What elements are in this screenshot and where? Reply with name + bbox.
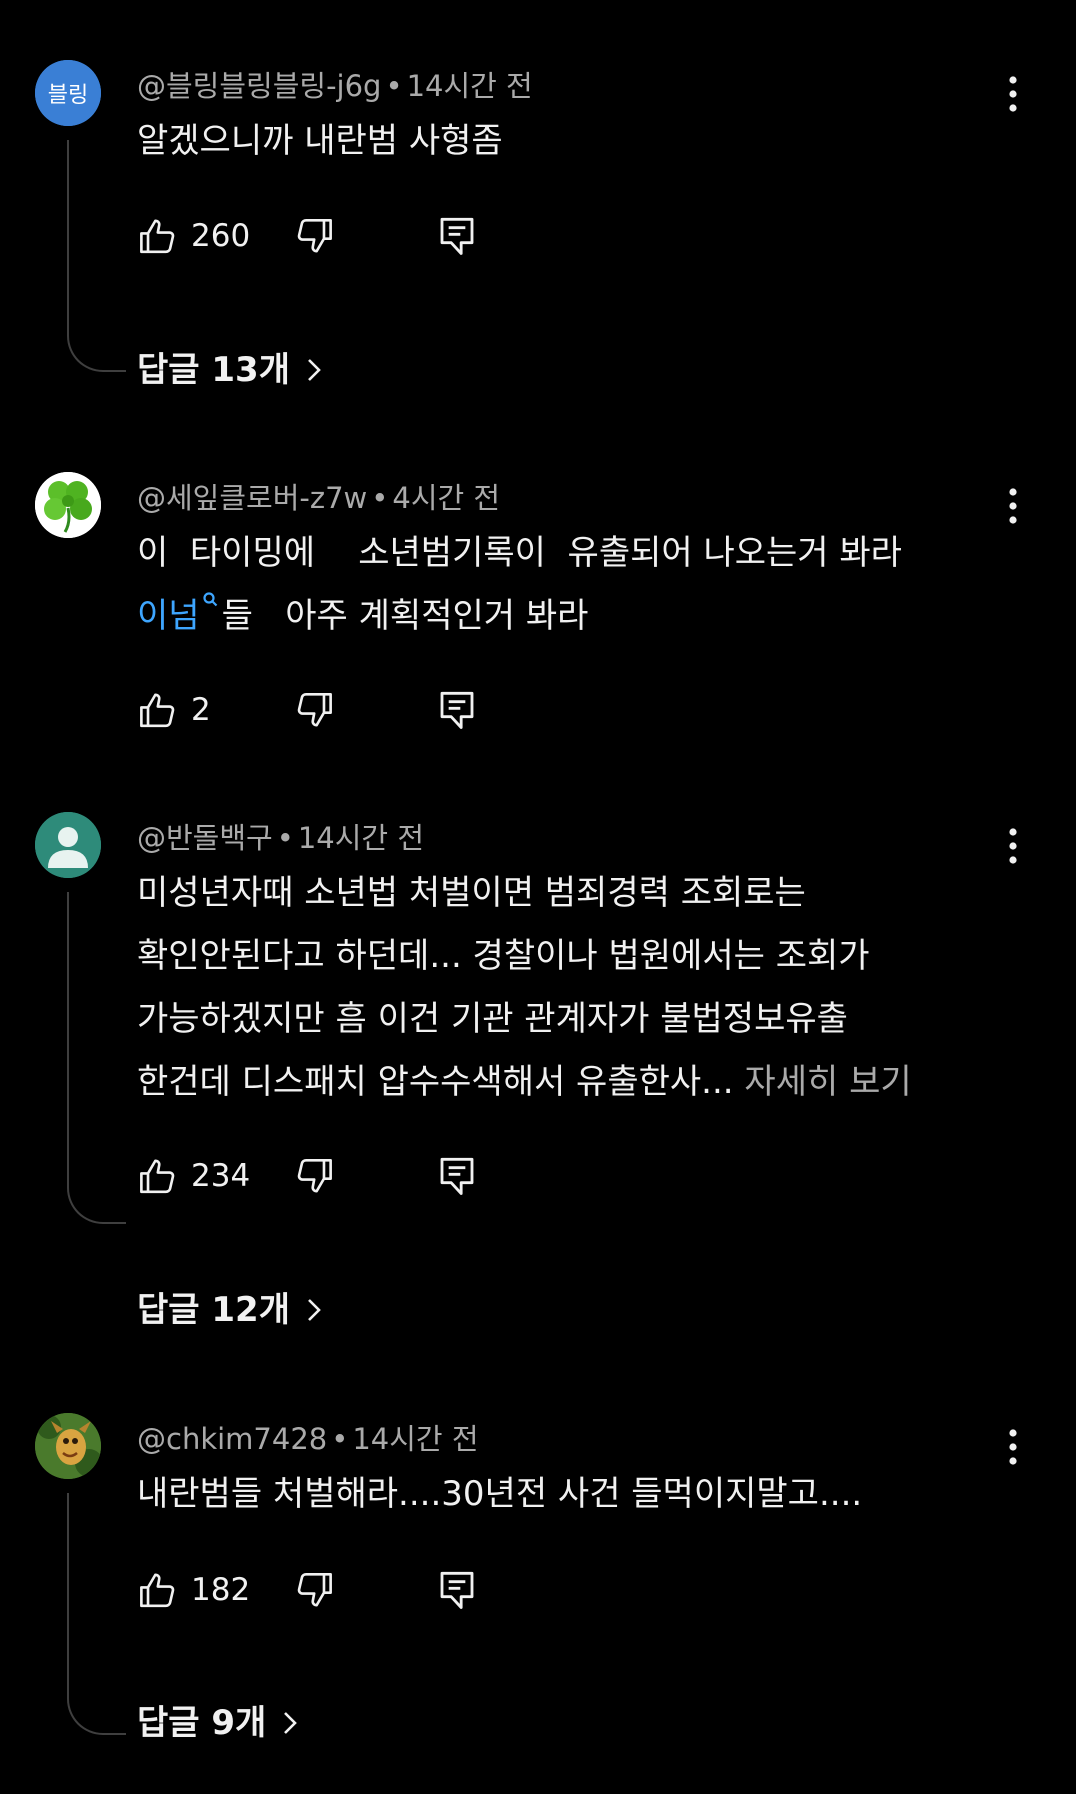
clover-icon: [35, 472, 101, 538]
thumbs-up-icon: [140, 219, 175, 254]
more-vert-icon: [1009, 488, 1017, 524]
comment-meta: @블링블링블링-j6g • 14시간 전: [137, 68, 533, 104]
search-link[interactable]: 이넘: [137, 596, 200, 636]
chevron-right-icon: [308, 359, 321, 381]
separator-dot: •: [276, 821, 294, 855]
dislike-button[interactable]: [293, 686, 335, 734]
thumbs-down-icon: [297, 218, 332, 253]
cartoon-character-icon: [35, 1413, 101, 1479]
reply-comment-icon: [440, 1571, 474, 1609]
comment-text: 미성년자때 소년법 처벌이면 범죄경력 조회로는 확인안된다고 하던데... 경…: [137, 862, 997, 1114]
like-count: 182: [191, 1572, 251, 1608]
comment-line: 이넘 들 아주 계획적인거 봐라: [137, 585, 997, 648]
like-button[interactable]: 260: [137, 212, 250, 260]
timestamp: 14시간 전: [297, 821, 425, 855]
comment-actions: 182: [137, 1566, 477, 1614]
comment-actions: 234: [137, 1152, 477, 1200]
thread-line: [67, 140, 126, 372]
replies-count-label: 답글 9개: [137, 1703, 267, 1743]
comment-item: @세잎클로버-z7w • 4시간 전 이 타이밍에 소년범기록이 유출되어 나오는거…: [0, 472, 1076, 752]
separator-dot: •: [385, 69, 403, 103]
like-count: 260: [191, 218, 251, 254]
reply-comment-icon: [440, 217, 474, 255]
chevron-right-icon: [284, 1712, 298, 1734]
like-button[interactable]: 2: [137, 686, 211, 734]
default-person-icon: [35, 812, 101, 878]
thumbs-down-icon: [297, 692, 332, 727]
reply-button[interactable]: [437, 1152, 477, 1200]
avatar[interactable]: [35, 812, 101, 878]
comment-line: 알겠으니까 내란범 사형좀: [137, 121, 503, 161]
separator-dot: •: [371, 481, 389, 515]
dislike-button[interactable]: [293, 212, 335, 260]
comment-item: @chkim7428 • 14시간 전 내란범들 처벌해라....30년전 사건 들…: [0, 1413, 1076, 1743]
timestamp: 14시간 전: [406, 69, 533, 103]
thread-line: [67, 892, 126, 1224]
avatar[interactable]: [35, 472, 101, 538]
thumbs-down-icon: [297, 1158, 332, 1193]
view-replies-button[interactable]: 답글 13개: [137, 348, 322, 392]
search-icon[interactable]: [202, 591, 220, 609]
avatar[interactable]: 블링: [35, 60, 101, 126]
username[interactable]: @반돌백구: [137, 821, 273, 855]
read-more-link[interactable]: 자세히 보기: [744, 1062, 911, 1102]
comment-text: 이 타이밍에 소년범기록이 유출되어 나오는거 봐라 이넘 들 아주 계획적인거 …: [137, 522, 997, 648]
comment-item: 블링 @블링블링블링-j6g • 14시간 전 알겠으니까 내란범 사형좀 260: [0, 60, 1076, 400]
dislike-button[interactable]: [293, 1566, 335, 1614]
replies-count-label: 답글 12개: [137, 1290, 290, 1330]
comment-meta: @chkim7428 • 14시간 전: [137, 1421, 479, 1457]
comment-meta: @반돌백구 • 14시간 전: [137, 820, 424, 856]
more-vert-icon: [1009, 828, 1017, 864]
more-options-button[interactable]: [996, 484, 1030, 528]
thumbs-up-icon: [140, 1573, 175, 1608]
dislike-button[interactable]: [293, 1152, 335, 1200]
svg-text:블링: 블링: [48, 83, 88, 108]
comment-line-text: 한건데 디스패치 압수수색해서 유출한사...: [137, 1062, 734, 1102]
thumbs-down-icon: [297, 1572, 332, 1607]
comment-line-rest: 들 아주 계획적인거 봐라: [221, 596, 589, 636]
replies-count-label: 답글 13개: [137, 350, 290, 390]
comment-actions: 2: [137, 686, 477, 734]
view-replies-button[interactable]: 답글 9개: [137, 1701, 298, 1745]
comment-line: 이 타이밍에 소년범기록이 유출되어 나오는거 봐라: [137, 533, 902, 573]
comment-item: @반돌백구 • 14시간 전 미성년자때 소년법 처벌이면 범죄경력 조회로는 확인…: [0, 812, 1076, 1332]
like-count: 234: [191, 1158, 251, 1194]
like-count: 2: [191, 692, 211, 728]
comment-text: 알겠으니까 내란범 사형좀: [137, 110, 997, 173]
reply-button[interactable]: [437, 1566, 477, 1614]
comment-text: 내란범들 처벌해라....30년전 사건 들먹이지말고....: [137, 1463, 997, 1526]
like-button[interactable]: 182: [137, 1566, 250, 1614]
more-options-button[interactable]: [996, 824, 1030, 868]
username[interactable]: @chkim7428: [137, 1422, 327, 1456]
reply-button[interactable]: [437, 686, 477, 734]
avatar-text-icon: 블링: [35, 60, 101, 126]
thumbs-up-icon: [140, 693, 175, 728]
timestamp: 4시간 전: [392, 481, 501, 515]
chevron-right-icon: [308, 1299, 321, 1321]
more-options-button[interactable]: [996, 72, 1030, 116]
comment-meta: @세잎클로버-z7w • 4시간 전: [137, 480, 500, 516]
view-replies-button[interactable]: 답글 12개: [137, 1288, 322, 1332]
username[interactable]: @블링블링블링-j6g: [137, 69, 381, 103]
more-vert-icon: [1009, 76, 1017, 112]
thread-line: [67, 1493, 126, 1735]
more-vert-icon: [1009, 1429, 1017, 1465]
reply-comment-icon: [440, 691, 474, 729]
more-options-button[interactable]: [996, 1425, 1030, 1469]
comment-actions: 260: [137, 212, 477, 260]
comment-line: 확인안된다고 하던데... 경찰이나 법원에서는 조회가: [137, 936, 870, 976]
comment-line: 한건데 디스패치 압수수색해서 유출한사... 자세히 보기: [137, 1051, 997, 1114]
reply-button[interactable]: [437, 212, 477, 260]
separator-dot: •: [331, 1422, 349, 1456]
timestamp: 14시간 전: [352, 1422, 479, 1456]
thumbs-up-icon: [140, 1159, 175, 1194]
comment-line: 내란범들 처벌해라....30년전 사건 들먹이지말고....: [137, 1474, 863, 1514]
like-button[interactable]: 234: [137, 1152, 250, 1200]
comment-line: 미성년자때 소년법 처벌이면 범죄경력 조회로는: [137, 873, 806, 913]
comment-line: 가능하겠지만 흠 이건 기관 관계자가 불법정보유출: [137, 999, 848, 1039]
avatar[interactable]: [35, 1413, 101, 1479]
username[interactable]: @세잎클로버-z7w: [137, 481, 367, 515]
reply-comment-icon: [440, 1157, 474, 1195]
